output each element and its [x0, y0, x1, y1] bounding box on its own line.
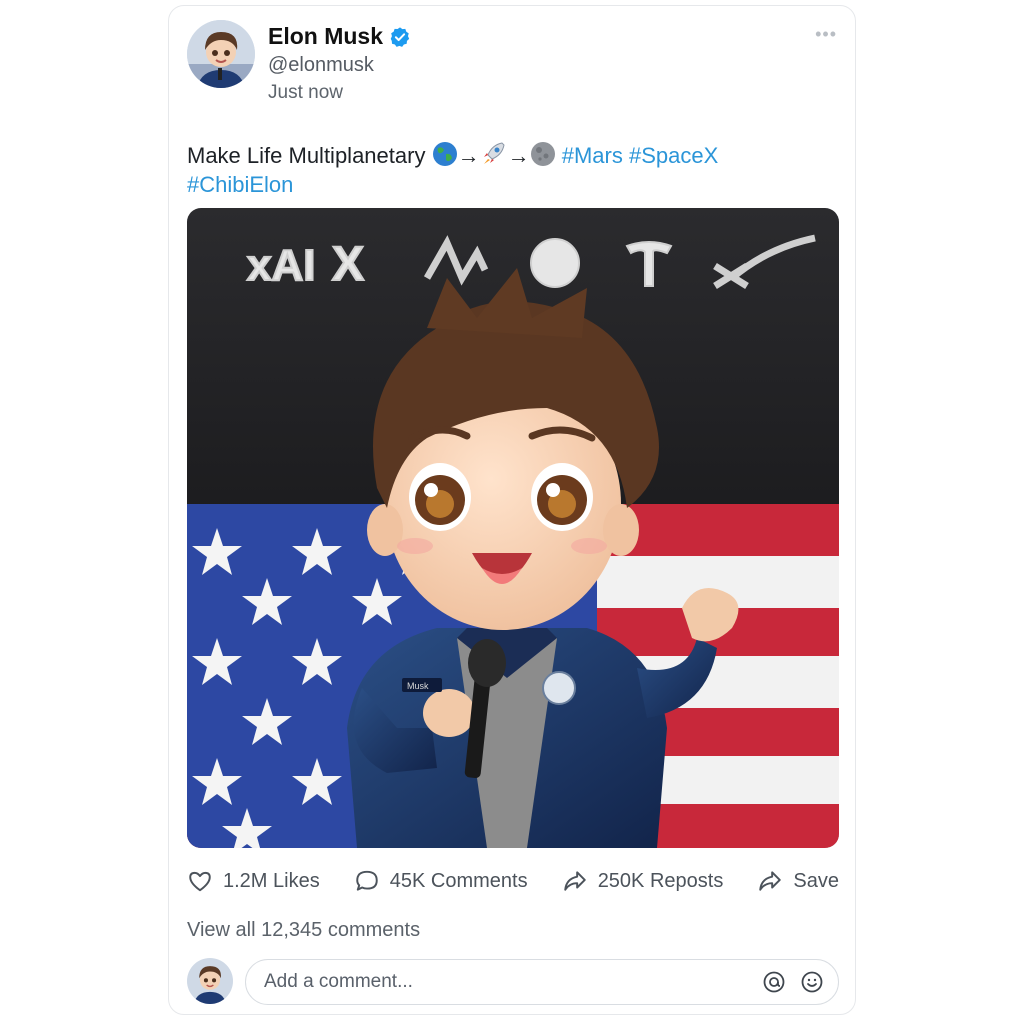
hashtag-spacex[interactable]: #SpaceX: [629, 143, 718, 168]
logo-xai: xAI: [247, 241, 315, 290]
like-button[interactable]: 1.2M Likes: [187, 868, 320, 894]
chibi-avatar-icon: [187, 20, 255, 88]
comment-button[interactable]: 45K Comments: [354, 868, 528, 894]
view-all-comments-link[interactable]: View all 12,345 comments: [187, 919, 420, 942]
post-image-art: xAI X Musk: [187, 208, 839, 848]
hashtag-mars[interactable]: #Mars: [562, 143, 623, 168]
rocket-emoji-icon: [483, 142, 505, 164]
verified-badge-icon: [390, 26, 410, 47]
post-card: Elon Musk @elonmusk Just now ••• Make Li…: [168, 5, 856, 1015]
hashtag-chibielon[interactable]: #ChibiElon: [187, 172, 293, 197]
post-timestamp: Just now: [268, 82, 343, 103]
repost-button[interactable]: 250K Reposts: [562, 868, 724, 894]
comment-input[interactable]: [262, 970, 748, 994]
more-options-icon[interactable]: •••: [815, 24, 837, 45]
author-name-row[interactable]: Elon Musk: [268, 23, 411, 50]
post-text-prefix: Make Life Multiplanetary: [187, 143, 426, 168]
likes-count: 1.2M Likes: [223, 869, 320, 892]
author-handle[interactable]: @elonmusk: [268, 54, 374, 77]
current-user-avatar[interactable]: [187, 958, 233, 1004]
action-bar: 1.2M Likes 45K Comments 250K Reposts Sav…: [187, 868, 839, 894]
save-label: Save: [793, 869, 839, 892]
smiley-icon[interactable]: [800, 970, 824, 994]
forward-arrow-icon: [759, 871, 782, 891]
emoji-picker-icon[interactable]: [762, 970, 786, 994]
comments-count: 45K Comments: [389, 869, 528, 892]
post-text: Make Life Multiplanetary → → #Mars #Spac…: [187, 139, 827, 199]
heart-icon: [189, 871, 211, 892]
arrow-1: →: [457, 143, 480, 168]
figure-badge: Musk: [407, 681, 429, 691]
author-name[interactable]: Elon Musk: [268, 23, 383, 50]
logo-x: X: [332, 238, 364, 291]
arrow-2: →: [507, 143, 530, 168]
author-avatar[interactable]: [187, 20, 255, 88]
moon-emoji-icon: [530, 142, 555, 166]
comment-bubble-icon: [356, 870, 378, 891]
save-button[interactable]: Save: [757, 868, 839, 894]
post-image[interactable]: xAI X Musk: [187, 208, 839, 848]
comment-input-box: [245, 959, 839, 1005]
chibi-avatar-small-icon: [187, 958, 233, 1004]
earth-emoji-icon: [432, 142, 457, 166]
reposts-count: 250K Reposts: [597, 869, 724, 892]
share-arrow-icon: [563, 871, 586, 891]
